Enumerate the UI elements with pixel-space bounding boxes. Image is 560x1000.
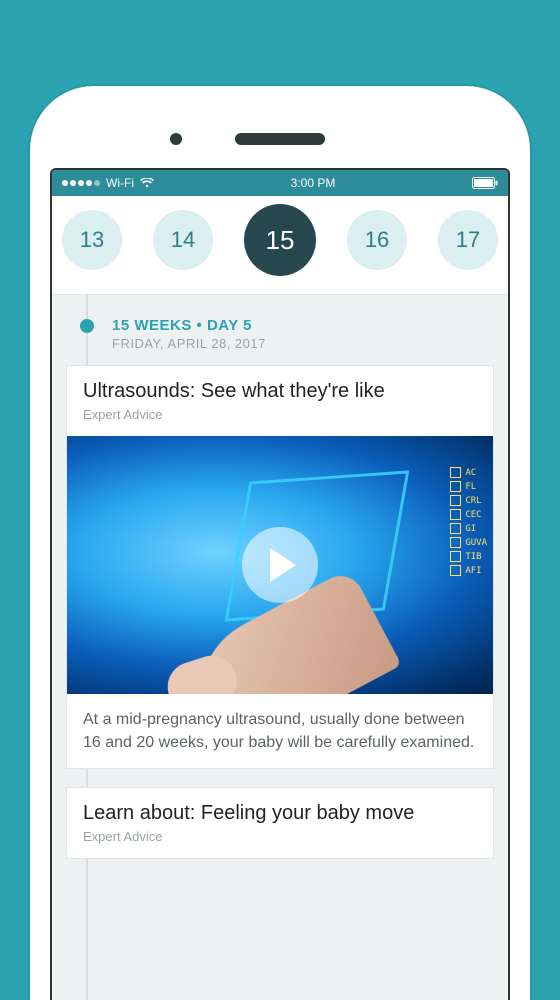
week-label: 17: [456, 227, 480, 253]
card-tag: Expert Advice: [83, 407, 477, 422]
card-title: Learn about: Feeling your baby move: [83, 802, 477, 825]
week-pill-14[interactable]: 14: [153, 210, 213, 270]
date-main-label: 15 WEEKS • DAY 5: [112, 317, 494, 334]
phone-speaker: [235, 133, 325, 145]
timeline[interactable]: 15 WEEKS • DAY 5 FRIDAY, APRIL 28, 2017 …: [52, 295, 508, 1000]
play-button[interactable]: [242, 527, 318, 603]
week-label: 15: [266, 225, 295, 256]
status-bar: Wi-Fi 3:00 PM: [52, 170, 508, 196]
clock-label: 3:00 PM: [291, 176, 336, 190]
signal-dots-icon: [62, 180, 100, 186]
phone-top: [50, 110, 510, 168]
card-description: At a mid-pregnancy ultrasound, usually d…: [83, 708, 477, 754]
timeline-dot-icon: [80, 319, 94, 333]
week-label: 16: [365, 227, 389, 253]
card-title: Ultrasounds: See what they're like: [83, 380, 477, 403]
video-thumbnail[interactable]: AC FL CRL CEC GI GUVA TIB AFI: [67, 436, 493, 694]
battery-icon: [472, 177, 498, 189]
carrier-label: Wi-Fi: [106, 176, 134, 190]
week-pill-15-active[interactable]: 15: [244, 204, 316, 276]
week-selector[interactable]: 13 14 15 16 17: [52, 196, 508, 295]
article-card[interactable]: Learn about: Feeling your baby move Expe…: [66, 787, 494, 859]
week-pill-13[interactable]: 13: [62, 210, 122, 270]
week-label: 14: [171, 227, 195, 253]
wifi-icon: [140, 178, 154, 188]
week-label: 13: [80, 227, 104, 253]
camera-dot: [170, 133, 182, 145]
week-pill-16[interactable]: 16: [347, 210, 407, 270]
phone-frame: Wi-Fi 3:00 PM 13 14 15 16 17 15: [30, 86, 530, 1000]
ultrasound-readout: AC FL CRL CEC GI GUVA TIB AFI: [450, 466, 487, 578]
week-pill-17[interactable]: 17: [438, 210, 498, 270]
date-header: 15 WEEKS • DAY 5 FRIDAY, APRIL 28, 2017: [66, 295, 494, 365]
play-icon: [270, 548, 296, 582]
date-sub-label: FRIDAY, APRIL 28, 2017: [112, 336, 494, 351]
card-tag: Expert Advice: [83, 829, 477, 844]
article-card[interactable]: Ultrasounds: See what they're like Exper…: [66, 365, 494, 769]
app-screen: Wi-Fi 3:00 PM 13 14 15 16 17 15: [50, 168, 510, 1000]
